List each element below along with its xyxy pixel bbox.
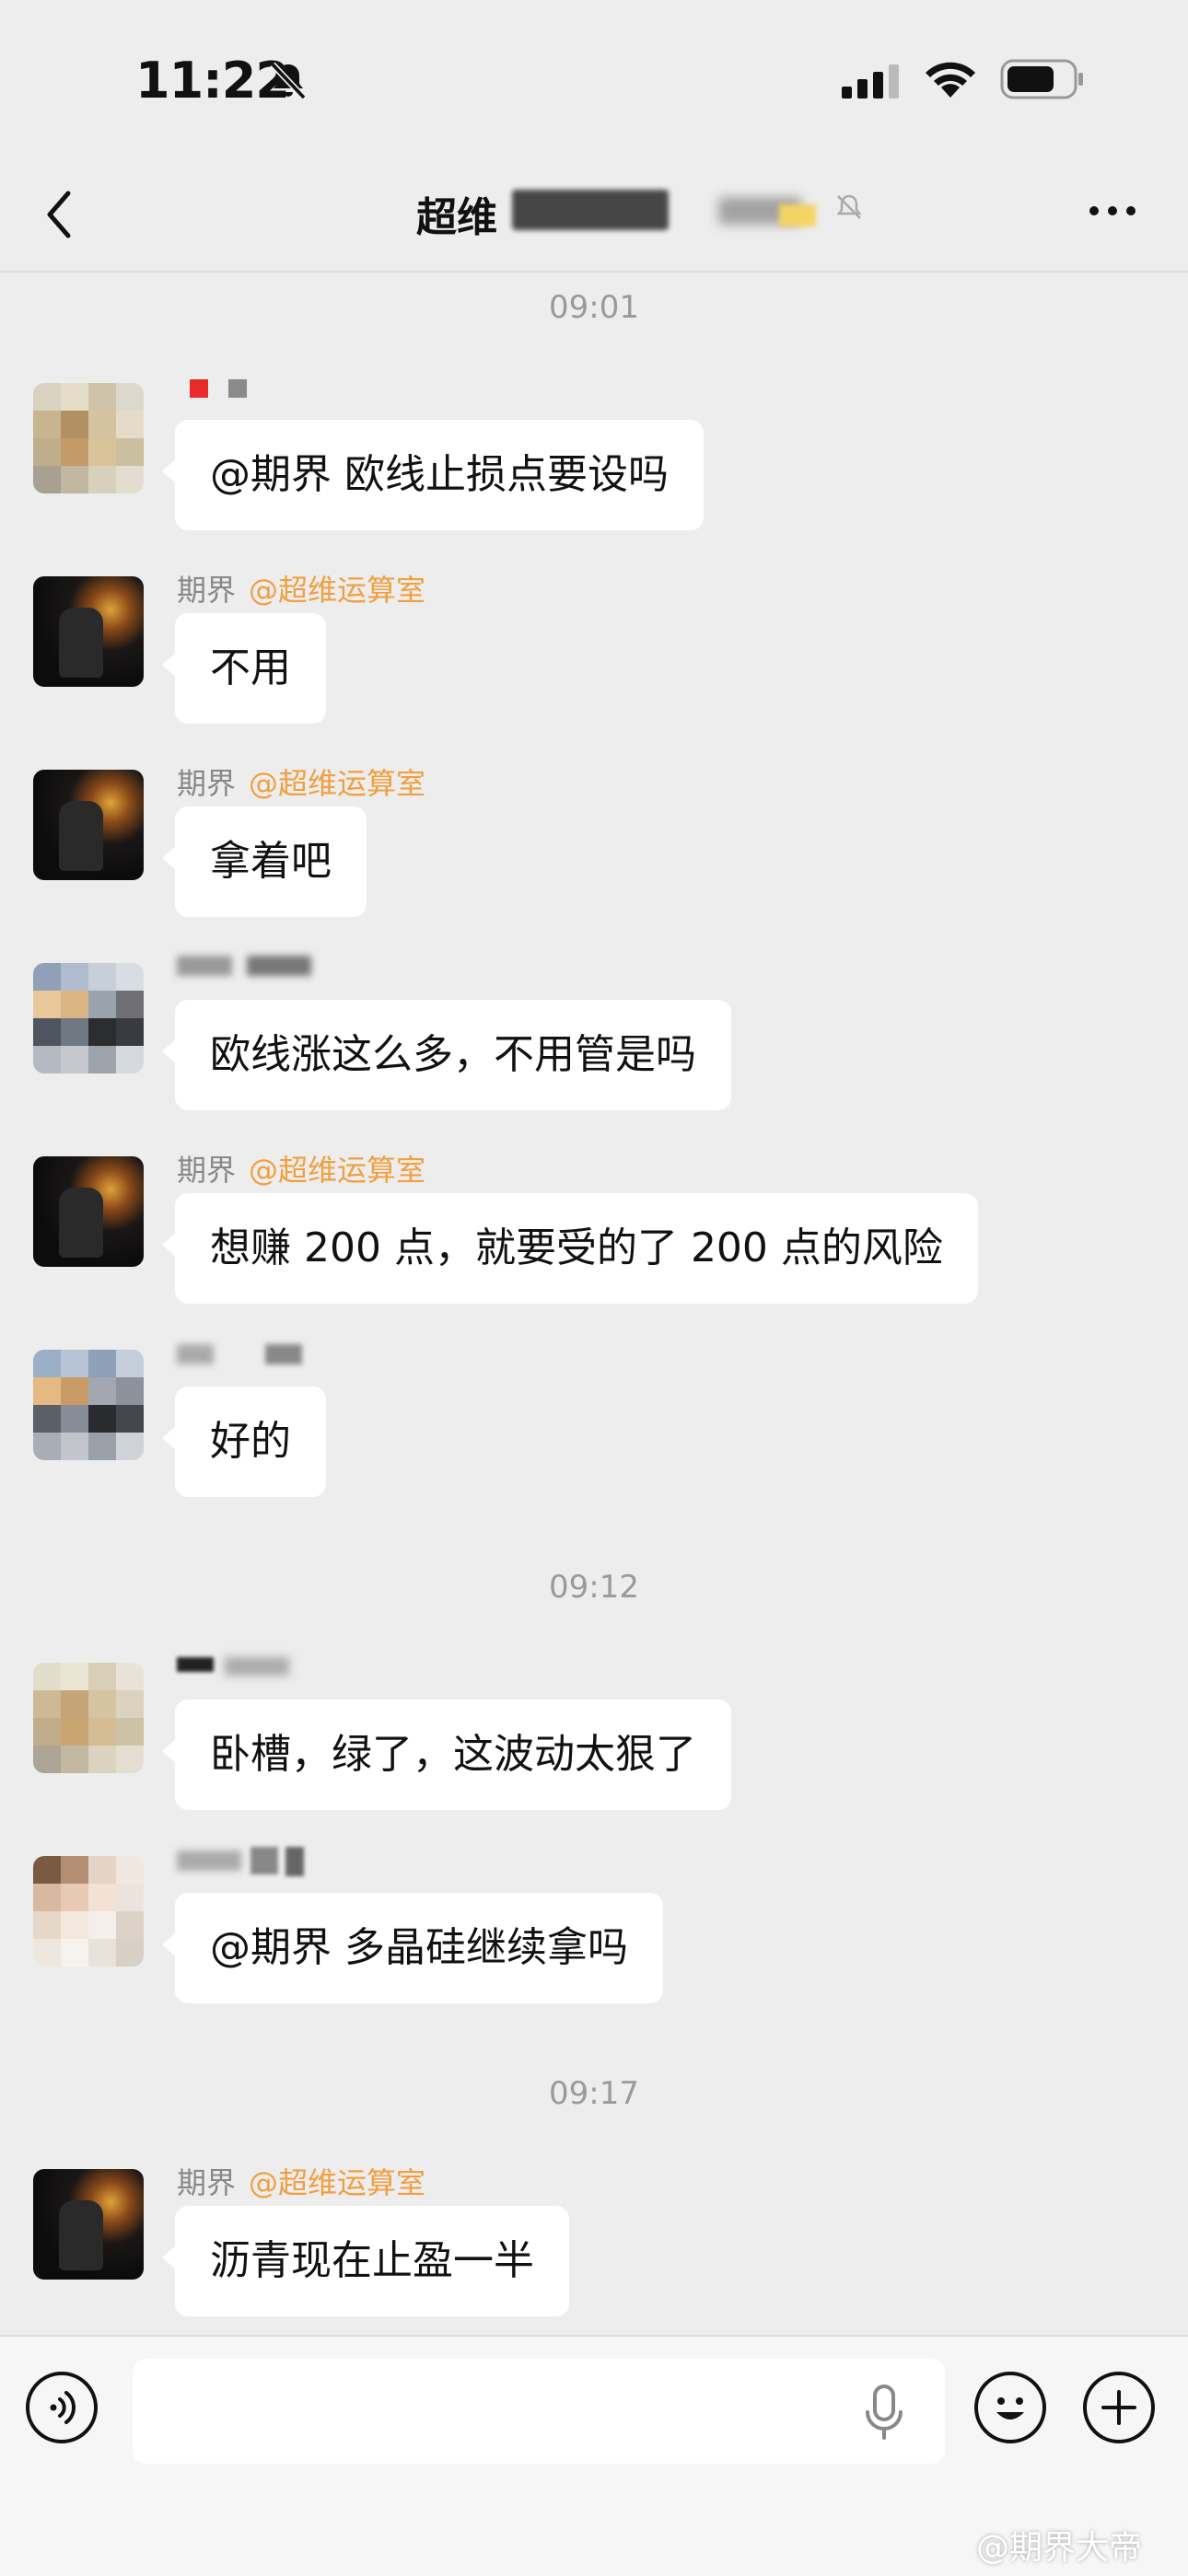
avatar[interactable]	[33, 1350, 144, 1460]
voice-icon[interactable]	[26, 2372, 98, 2443]
sender-tag: @超维运算室	[249, 2165, 426, 2200]
sender-name-text: 期界	[177, 766, 237, 801]
timestamp: 09:01	[549, 289, 639, 326]
message-bubble[interactable]: @期界 多晶硅继续拿吗	[162, 1893, 663, 2003]
sender-tag: @超维运算室	[249, 1153, 426, 1188]
sender-name-text: 期界	[177, 2165, 237, 2200]
sender-name: 期界 @超维运算室	[177, 760, 425, 803]
microphone-icon[interactable]	[856, 2381, 912, 2445]
chat-title: 超维	[416, 194, 497, 241]
redacted-title	[512, 190, 669, 230]
timestamp: 09:17	[549, 2075, 639, 2112]
bell-slash-icon	[836, 194, 862, 219]
message-bubble[interactable]: 好的	[162, 1387, 326, 1497]
chevron-left-icon[interactable]	[37, 182, 92, 247]
avatar[interactable]	[33, 383, 144, 493]
message-bubble[interactable]: 卧槽，绿了，这波动太狠了	[162, 1700, 731, 1810]
timestamp: 09:12	[549, 1569, 639, 1606]
wifi-icon	[926, 62, 975, 98]
sender-name-text: 期界	[177, 1153, 237, 1188]
message-bubble[interactable]: 沥青现在止盈一半	[162, 2206, 569, 2316]
chat-header: 超维	[0, 157, 1188, 273]
avatar[interactable]	[33, 1156, 144, 1267]
message-bubble[interactable]: @期界 欧线止损点要设吗	[162, 420, 704, 530]
sender-tag: @超维运算室	[249, 573, 426, 608]
signal-icon	[842, 64, 899, 99]
sender-name: 期界 @超维运算室	[177, 567, 425, 609]
battery-icon	[1000, 59, 1083, 99]
message-input[interactable]	[133, 2359, 945, 2464]
message-bubble[interactable]: 想赚 200 点，就要受的了 200 点的风险	[162, 1193, 978, 1304]
sender-name-text: 期界	[177, 573, 237, 608]
avatar[interactable]	[33, 1856, 144, 1967]
message-bubble[interactable]: 不用	[162, 613, 326, 724]
redacted-emoji	[779, 204, 816, 226]
sender-name: 期界 @超维运算室	[177, 2160, 425, 2202]
avatar[interactable]	[33, 1663, 144, 1773]
message-bubble[interactable]: 欧线涨这么多，不用管是吗	[162, 1000, 731, 1110]
sender-name: 期界 @超维运算室	[177, 1147, 425, 1189]
message-bubble[interactable]: 拿着吧	[162, 806, 367, 917]
ellipsis-icon[interactable]	[1087, 197, 1138, 225]
avatar[interactable]	[33, 963, 144, 1073]
sender-tag: @超维运算室	[249, 766, 426, 801]
status-time: 11:22	[135, 52, 290, 110]
watermark: @期界大帝	[976, 2529, 1143, 2567]
avatar[interactable]	[33, 576, 144, 687]
bell-slash-icon	[270, 62, 307, 100]
emoji-icon[interactable]	[974, 2372, 1046, 2443]
status-bar: 11:22	[0, 0, 1188, 157]
avatar[interactable]	[33, 770, 144, 880]
plus-icon[interactable]	[1083, 2372, 1155, 2443]
avatar[interactable]	[33, 2169, 144, 2280]
